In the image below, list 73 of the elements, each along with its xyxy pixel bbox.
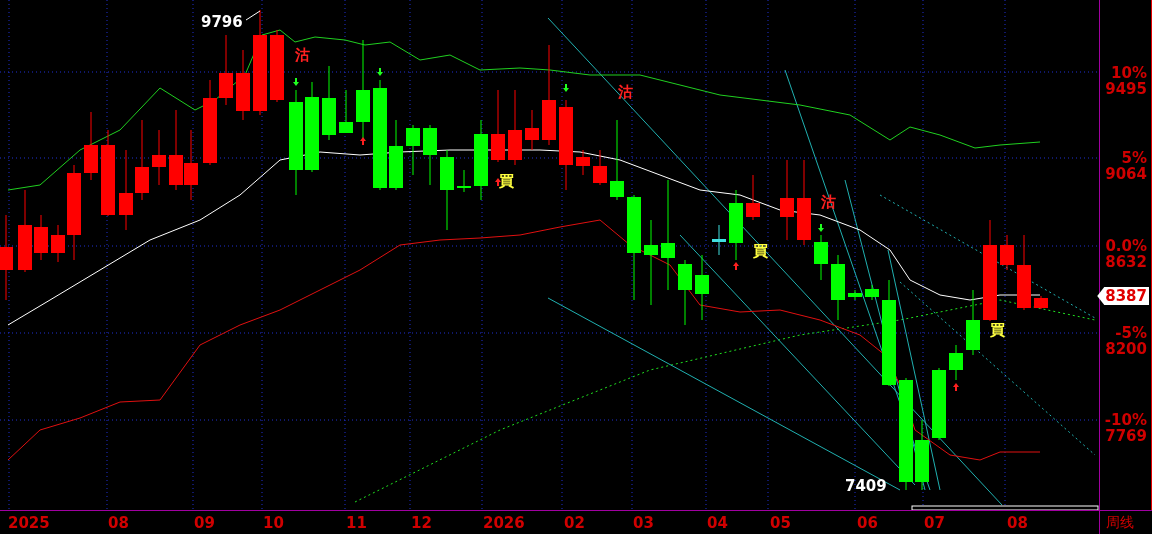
time-label: 2026 (483, 513, 525, 533)
candlestick (339, 89, 353, 134)
down-arrow-icon (293, 78, 299, 86)
price-label: 7769 (1105, 428, 1147, 444)
candlestick (219, 34, 233, 106)
candlestick (525, 109, 539, 151)
time-label: 12 (411, 513, 432, 533)
candlestick (152, 129, 166, 186)
candlestick (389, 119, 403, 191)
candlestick (678, 259, 692, 326)
percent-label: -10% (1104, 412, 1147, 428)
up-arrow-icon (495, 178, 501, 186)
candlestick (729, 189, 743, 261)
time-label: 02 (564, 513, 585, 533)
time-label: 09 (194, 513, 215, 533)
up-arrow-icon (953, 383, 959, 391)
time-label: 2025 (8, 513, 50, 533)
candlestick (406, 124, 420, 176)
candlestick (1034, 295, 1048, 310)
candlestick (457, 169, 471, 193)
time-label: 04 (707, 513, 728, 533)
time-label: 08 (1007, 513, 1028, 533)
down-arrow-icon (377, 68, 383, 76)
scrollbar[interactable] (911, 505, 1099, 510)
candlestick (746, 174, 760, 221)
time-label: 06 (857, 513, 878, 533)
candlestick (423, 124, 437, 186)
candlestick (831, 254, 845, 321)
price-label: 8200 (1105, 341, 1147, 357)
low-price-label: 7409 (845, 477, 887, 495)
percent-label: -5% (1115, 325, 1147, 341)
candlestick (949, 344, 963, 381)
signal-label: 沽 (617, 83, 633, 101)
candlestick (184, 129, 198, 201)
candlestick (966, 289, 980, 356)
time-label: 11 (346, 513, 367, 533)
candlestick (576, 149, 590, 176)
candlestick (236, 49, 250, 121)
candlestick (814, 234, 828, 281)
signal-label: 沽 (294, 46, 310, 64)
price-label: 9495 (1105, 81, 1147, 97)
leader-line (245, 10, 261, 21)
candlestick (34, 214, 48, 261)
signal-label: 買 (498, 172, 514, 190)
period-label[interactable]: 周线 (1100, 511, 1152, 534)
time-label: 10 (263, 513, 284, 533)
signal-label: 沽 (820, 193, 836, 211)
signal-label: 買 (752, 242, 768, 260)
candlestick (695, 254, 709, 321)
up-arrow-icon (733, 262, 739, 270)
percent-label: 5% (1121, 150, 1147, 166)
price-label: 9064 (1105, 166, 1147, 182)
time-label: 08 (108, 513, 129, 533)
candlestick (593, 149, 607, 186)
candlestick (51, 224, 65, 263)
price-label: 8632 (1105, 254, 1147, 270)
percent-label: 10% (1111, 65, 1147, 81)
candlestick (848, 289, 862, 301)
candlestick (712, 224, 726, 256)
candlestick (915, 419, 929, 491)
candlestick (1000, 234, 1014, 271)
time-label: 05 (770, 513, 791, 533)
down-arrow-icon (818, 224, 824, 232)
current-price-tag: 8387 (1097, 287, 1149, 305)
signal-label: 買 (989, 321, 1005, 339)
candlestick (865, 284, 879, 301)
time-label: 07 (924, 513, 945, 533)
up-arrow-icon (360, 137, 366, 145)
candlestick (84, 111, 98, 181)
percent-label: 0.0% (1105, 238, 1147, 254)
down-arrow-icon (563, 84, 569, 92)
high-price-label: 9796 (201, 13, 243, 31)
time-label: 03 (633, 513, 654, 533)
